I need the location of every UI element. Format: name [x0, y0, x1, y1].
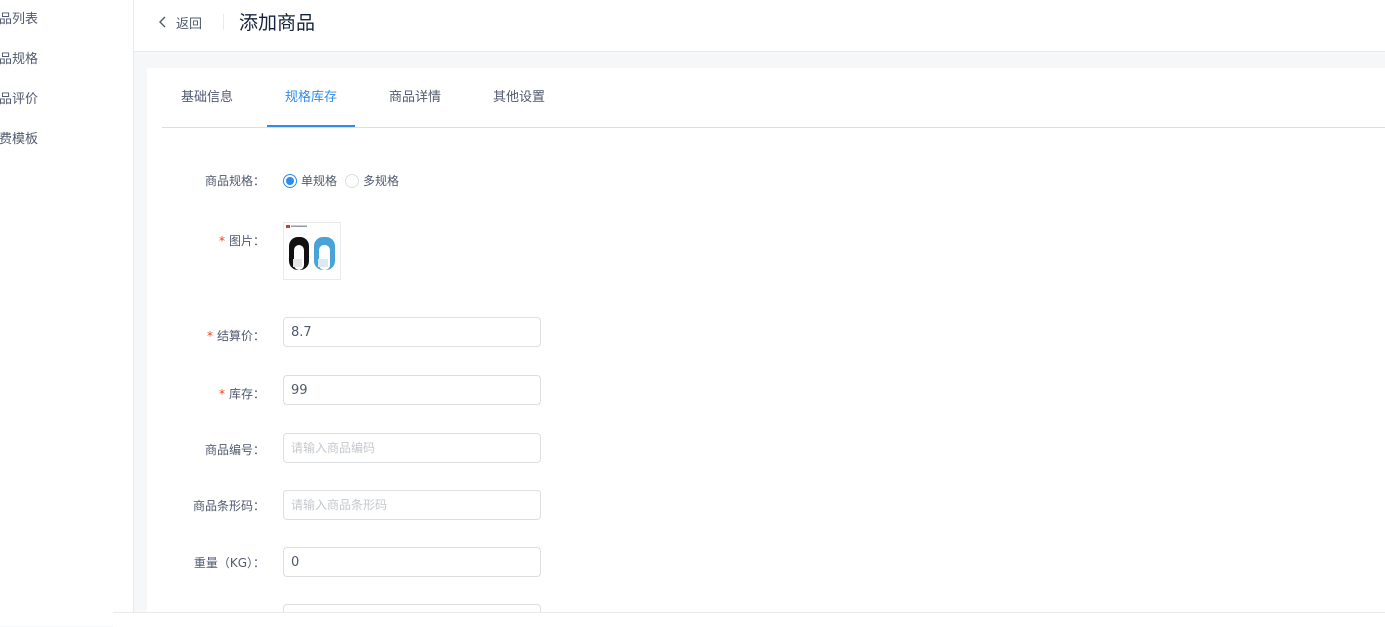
- form-card: 基础信息 规格库存 商品详情 其他设置 商品规格： 单规格 多规格 *图片：: [147, 68, 1385, 616]
- tab-product-detail[interactable]: 商品详情: [372, 68, 458, 127]
- tab-basic-info[interactable]: 基础信息: [162, 68, 252, 127]
- stock-label: * 库存：: [218, 387, 265, 401]
- tab-bar: 基础信息 规格库存 商品详情 其他设置: [162, 68, 1385, 128]
- sidebar-item-product-list[interactable]: 商品列表: [0, 10, 38, 30]
- header-divider: [223, 14, 224, 30]
- barcode-input[interactable]: [283, 490, 541, 520]
- product-image-thumbnail[interactable]: [283, 222, 341, 280]
- required-mark: *: [218, 234, 225, 248]
- product-code-label: 商品编号：: [204, 443, 265, 457]
- page-title: 添加商品: [239, 12, 316, 34]
- sidebar-item-product-review[interactable]: 商品评价: [0, 90, 38, 110]
- stock-input[interactable]: [283, 375, 541, 405]
- product-code-input[interactable]: [283, 433, 541, 463]
- tab-spec-stock[interactable]: 规格库存: [267, 68, 355, 127]
- page-header: 返回 添加商品: [134, 0, 1385, 52]
- sidebar-item-product-spec[interactable]: 商品规格: [0, 50, 38, 70]
- sidebar-item-shipping-template[interactable]: 运费模板: [0, 130, 38, 150]
- barcode-label: 商品条形码：: [192, 499, 265, 513]
- sidebar: 商品列表 商品规格 商品评价 运费模板: [0, 0, 134, 626]
- spec-type-label: 商品规格：: [204, 174, 265, 188]
- required-mark: *: [218, 387, 225, 401]
- bottom-action-bar: [113, 612, 1385, 627]
- back-label: 返回: [176, 16, 203, 32]
- spec-type-radio-group: 单规格 多规格: [283, 172, 407, 189]
- settle-price-input[interactable]: [283, 317, 541, 347]
- weight-input[interactable]: [283, 547, 541, 577]
- radio-unchecked-icon[interactable]: [345, 173, 360, 188]
- radio-single-spec[interactable]: 单规格: [283, 172, 337, 189]
- radio-multi-spec[interactable]: 多规格: [345, 172, 399, 189]
- tab-active-indicator: [267, 125, 355, 127]
- image-label: * 图片：: [218, 234, 265, 248]
- weight-label: 重量（KG）：: [193, 556, 265, 570]
- required-mark: *: [206, 329, 213, 343]
- tab-other-settings[interactable]: 其他设置: [476, 68, 562, 127]
- product-image: [284, 223, 340, 279]
- chevron-left-icon: [156, 15, 170, 29]
- settle-price-label: * 结算价：: [206, 329, 265, 343]
- radio-checked-icon[interactable]: [283, 173, 297, 188]
- back-button[interactable]: 返回: [156, 12, 202, 32]
